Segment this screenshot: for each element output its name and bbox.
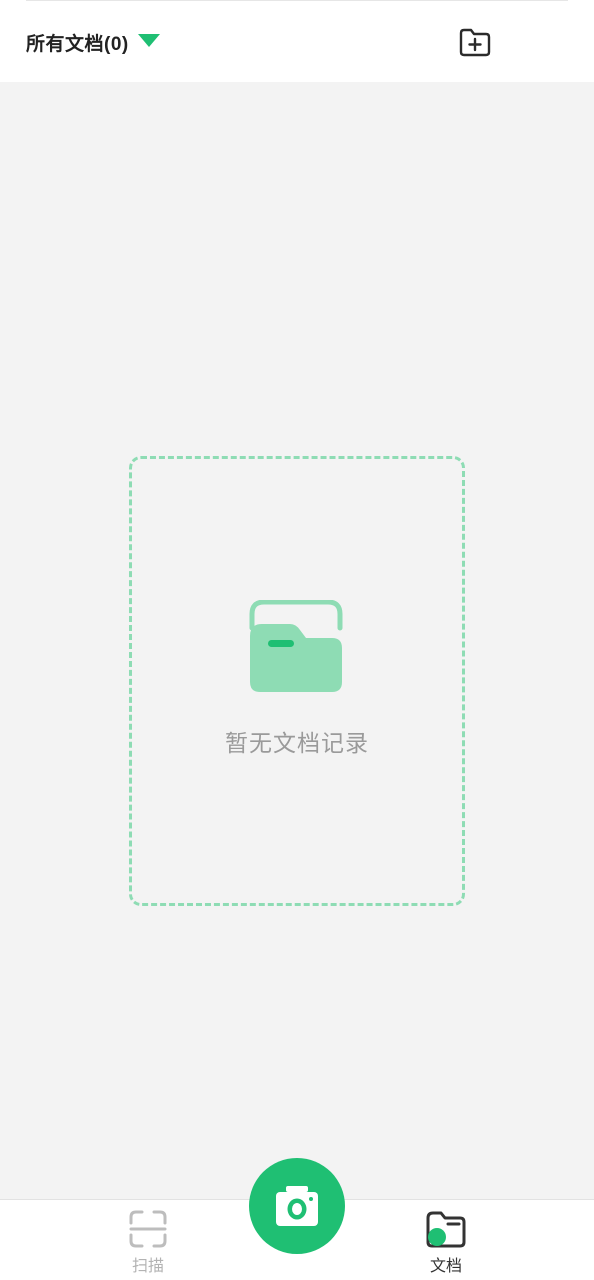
documents-folder-icon	[426, 1211, 466, 1248]
camera-icon	[276, 1186, 318, 1226]
triangle-down-icon	[137, 33, 160, 47]
header-divider	[26, 0, 568, 1]
camera-scan-button[interactable]	[249, 1158, 345, 1254]
folder-icon	[249, 600, 343, 692]
tab-scan-label: 扫描	[131, 1258, 164, 1275]
empty-state-message: 暂无文档记录	[225, 730, 369, 756]
tab-scan[interactable]: 扫描	[108, 1208, 188, 1275]
tab-documents[interactable]: 文档	[406, 1208, 486, 1275]
folder-plus-icon	[459, 28, 491, 57]
filter-label: 所有文档(0)	[26, 33, 129, 55]
tab-documents-label: 文档	[429, 1258, 462, 1275]
top-bar: 所有文档(0)	[0, 0, 594, 82]
scan-icon	[129, 1210, 167, 1248]
add-folder-button[interactable]	[457, 26, 493, 58]
document-filter-dropdown[interactable]: 所有文档(0)	[26, 28, 160, 56]
